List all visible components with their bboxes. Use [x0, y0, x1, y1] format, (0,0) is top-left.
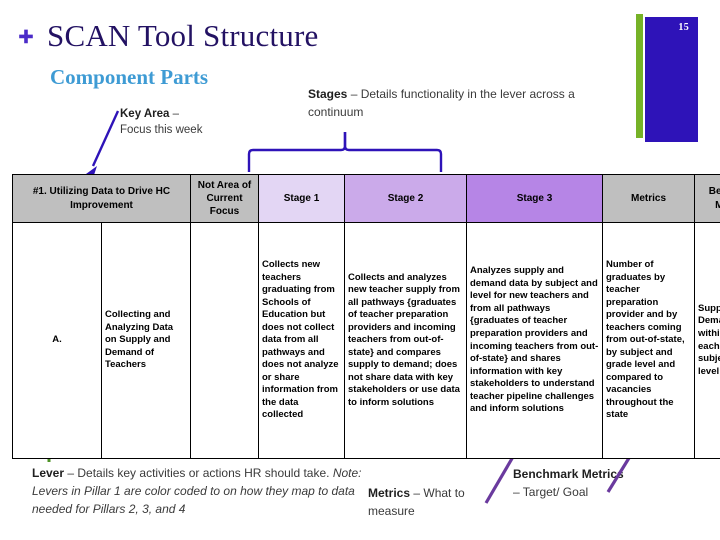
callout-lever-label: Lever [32, 466, 65, 480]
callout-key-area: Key Area – Focus this week [120, 106, 210, 139]
row-lever: Collecting and Analyzing Data on Supply … [101, 222, 191, 459]
row-metrics: Number of graduates by teacher preparati… [602, 222, 695, 459]
table-header-stage-2: Stage 2 [344, 174, 467, 223]
page-title: SCAN Tool Structure [47, 18, 319, 53]
slide-number: 15 [678, 22, 689, 33]
table-header-stage-3: Stage 3 [466, 174, 603, 223]
callout-stages-text: – Details functionality in the lever acr… [308, 87, 575, 119]
table-header-stage-1: Stage 1 [258, 174, 345, 223]
plus-icon [19, 29, 33, 44]
callout-stages: Stages – Details functionality in the le… [308, 86, 588, 122]
row-letter: A. [12, 222, 102, 459]
callout-benchmark-text: – Target/ Goal [513, 484, 589, 499]
callout-lever: Lever – Details key activities or action… [32, 465, 362, 518]
callout-stages-label: Stages [308, 87, 348, 101]
callout-benchmark-label: Benchmark Metrics [513, 467, 624, 481]
table-header-not-area-of-current-focus: Not Area of Current Focus [190, 174, 259, 223]
row-not-area-of-current-focus [190, 222, 259, 459]
key-area-leader-line [86, 110, 120, 178]
table-header-metrics: Metrics [602, 174, 695, 223]
callout-key-area-label: Key Area [120, 108, 170, 120]
callout-lever-text: – Details key activities or actions HR s… [64, 466, 333, 480]
row-stage-3: Analyzes supply and demand data by subje… [466, 222, 603, 459]
row-stage-2: Collects and analyzes new teacher supply… [344, 222, 467, 459]
callout-benchmark: Benchmark Metrics – Target/ Goal [513, 466, 633, 502]
scan-tool-table: #1. Utilizing Data to Drive HC Improveme… [12, 174, 720, 459]
table-header-row: #1. Utilizing Data to Drive HC Improveme… [12, 174, 720, 223]
callout-metrics-label: Metrics [368, 486, 411, 500]
page-subtitle: Component Parts [50, 65, 209, 89]
row-benchmark-metrics: Supply and Demand data within 5% of each… [694, 222, 720, 459]
stages-bracket [247, 132, 443, 172]
table-row: A. Collecting and Analyzing Data on Supp… [12, 222, 720, 459]
table-header-pillar: #1. Utilizing Data to Drive HC Improveme… [12, 174, 191, 223]
table-header-benchmark-metrics: Benchmark Metric(s) [694, 174, 720, 223]
decoration-green-bar [636, 14, 643, 138]
decoration-blue-block [645, 17, 698, 142]
row-stage-1: Collects new teachers graduating from Sc… [258, 222, 345, 459]
callout-metrics: Metrics – What to measure [368, 485, 493, 521]
